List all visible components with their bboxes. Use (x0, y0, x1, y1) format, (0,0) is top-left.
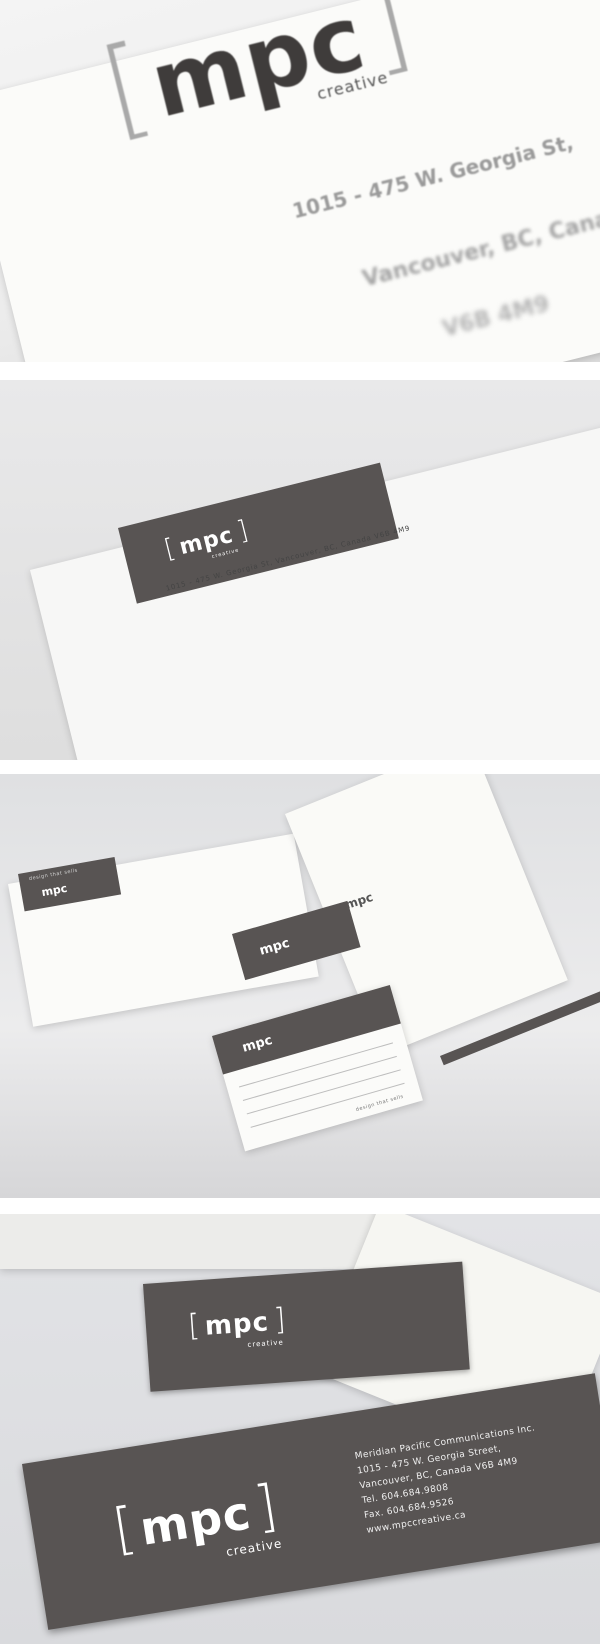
set-comp-card: mpc design that sells (212, 985, 423, 1152)
card-contact-block: Meridian Pacific Communications Inc. 101… (354, 1421, 548, 1538)
logo-bracket-left: [ (108, 1495, 141, 1564)
logo-bracket-right: ] (233, 515, 252, 547)
envelope-logo: [ mpc ] creative (161, 515, 251, 565)
set-envelope-tagline: design that sells (28, 867, 79, 883)
logo-sub: creative (247, 1338, 285, 1349)
photo-letterhead-closeup: [ mpc ] creative 1015 - 475 W. Georgia S… (0, 0, 600, 362)
logo-bracket-left: [ (186, 1308, 201, 1344)
logo-bracket-left: [ (161, 533, 179, 565)
background-envelope (0, 1214, 380, 1269)
set-card-logo: mpc (257, 935, 292, 959)
envelope (30, 415, 600, 760)
photo-stationery-set: design that sells mpc mpc mpc mpc design… (0, 774, 600, 1198)
set-comp-card-logo: mpc (240, 1032, 275, 1056)
business-card-back: [ mpc ] creative Meridian Pacific Commun… (22, 1373, 600, 1630)
photo-business-cards: [ mpc ] creative [ mpc ] creative Meridi… (0, 1214, 600, 1644)
card-front-logo: [ mpc ] creative (186, 1302, 287, 1349)
set-envelope-logo: mpc (40, 881, 69, 900)
photo-envelope: [ mpc ] creative 1015 - 475 W. Georgia S… (0, 380, 600, 760)
logo-word: mpc (203, 1307, 270, 1342)
logo-bracket-right: ] (249, 1473, 282, 1541)
business-card-front: [ mpc ] creative (143, 1261, 470, 1392)
logo-bracket-right: ] (272, 1302, 287, 1338)
set-comp-card-header: mpc (212, 985, 401, 1075)
card-back-logo: [ mpc ] creative (108, 1473, 284, 1564)
set-comp-tagline: design that sells (355, 1093, 405, 1114)
